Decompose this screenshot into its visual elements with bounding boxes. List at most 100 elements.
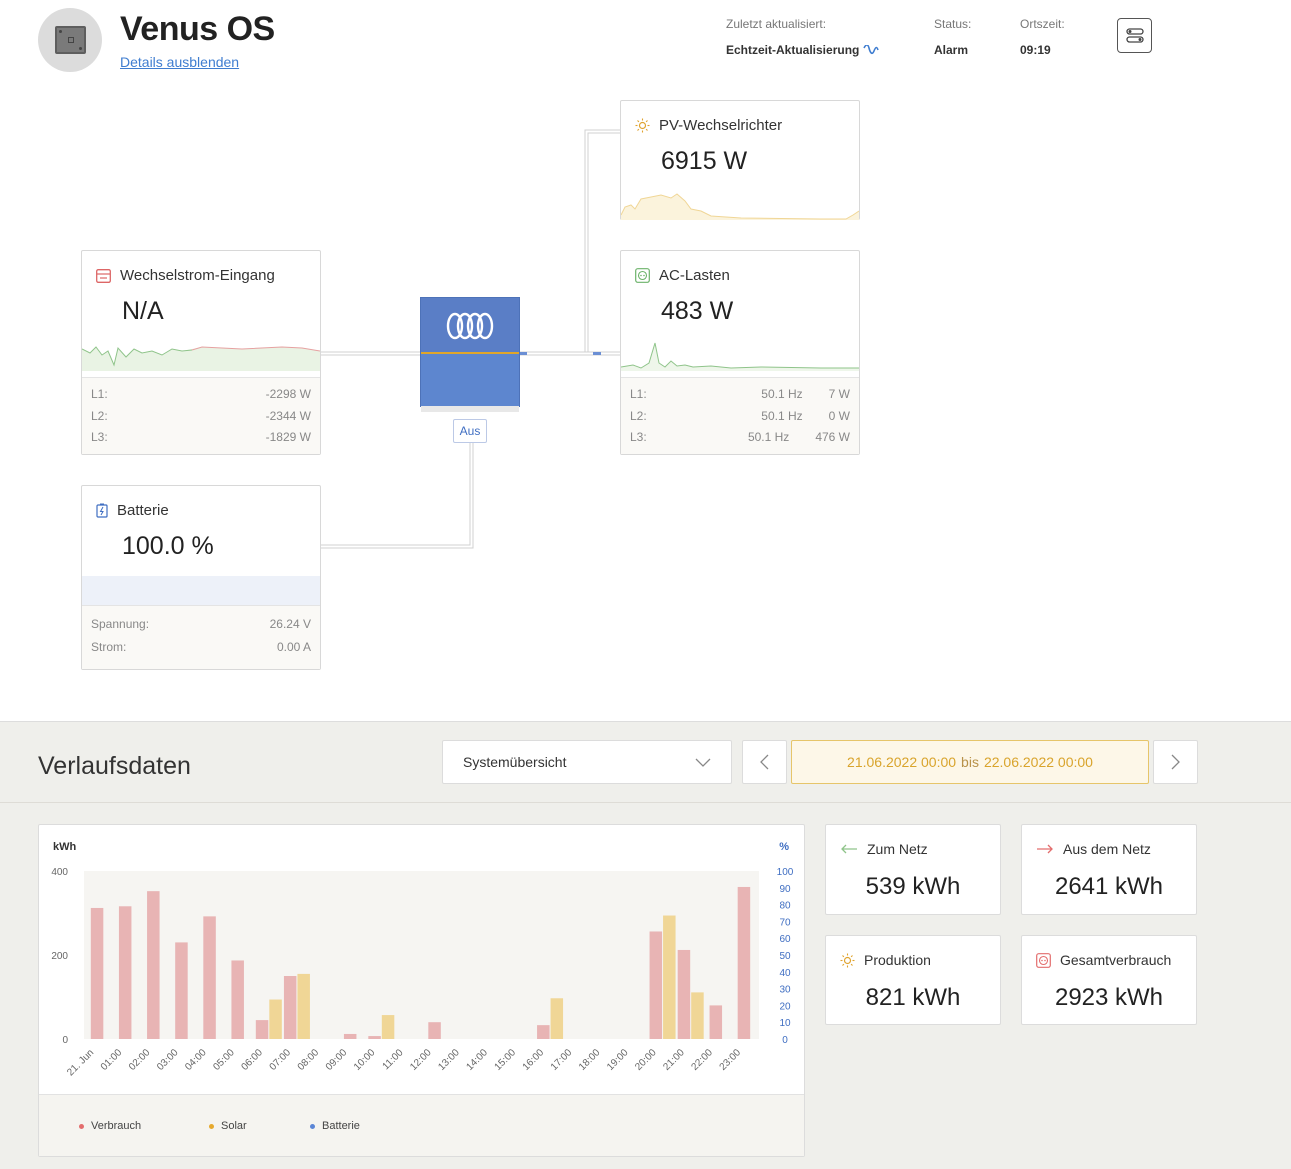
date-range-picker[interactable]: 21.06.2022 00:00 bis 22.06.2022 00:00 — [791, 740, 1149, 784]
table-row: L3: -1829 W — [91, 427, 311, 449]
bar — [297, 973, 310, 1039]
inverter-mode-badge[interactable]: Aus — [453, 419, 487, 443]
stat-consumption: Gesamtverbrauch 2923 kWh — [1021, 935, 1197, 1025]
socket-icon — [635, 268, 650, 283]
grid-meter-icon — [96, 268, 111, 283]
y2-tick-label: 60 — [779, 934, 791, 945]
ac-input-title: Wechselstrom-Eingang — [120, 267, 275, 284]
legend-item-consumption[interactable]: Verbrauch — [79, 1120, 141, 1132]
previous-range-button[interactable] — [742, 740, 787, 784]
table-row: Spannung: 26.24 V — [91, 612, 311, 635]
stat-value: 539 kWh — [865, 873, 961, 900]
phase-label: L2: — [630, 408, 647, 423]
y2-tick-label: 70 — [779, 917, 791, 928]
y-tick-label: 0 — [62, 1035, 68, 1046]
detail-value: 26.24 V — [269, 616, 311, 631]
inverter-charger[interactable] — [420, 297, 520, 412]
bar — [231, 960, 244, 1039]
bar — [381, 1015, 395, 1039]
y2-tick-label: 80 — [779, 901, 791, 912]
stat-to-grid: Zum Netz 539 kWh — [825, 824, 1001, 915]
chevron-down-icon — [695, 758, 711, 767]
phase-label: L3: — [91, 430, 108, 445]
bar — [118, 906, 132, 1039]
pv-inverter-sparkline — [621, 193, 859, 220]
phase-label: L1: — [630, 387, 647, 402]
x-tick-label: 03:00 — [155, 1047, 181, 1073]
bar — [737, 886, 751, 1039]
x-tick-label: 04:00 — [183, 1047, 209, 1073]
bar — [537, 1025, 550, 1039]
battery-icon — [96, 503, 108, 518]
range-from: 21.06.2022 00:00 — [847, 754, 957, 770]
battery-soc-bar — [82, 576, 320, 606]
bar — [90, 907, 104, 1039]
history-bar-chart: kWh % 0 200 400 0 10 20 30 40 50 60 70 80 90 100 21. Jun… — [51, 841, 794, 1078]
pv-inverter-title: PV-Wechselrichter — [659, 117, 783, 134]
x-tick-label: 07:00 — [268, 1047, 294, 1073]
stat-value: 2641 kWh — [1054, 873, 1164, 900]
x-tick-label: 10:00 — [352, 1047, 378, 1073]
x-tick-label: 20:00 — [633, 1047, 659, 1073]
x-tick-label: 23:00 — [718, 1047, 744, 1073]
ac-input-card[interactable]: Wechselstrom-Eingang N/A L1: -2298 W L2: -… — [81, 250, 321, 455]
x-tick-label: 01:00 — [99, 1047, 125, 1073]
ac-input-sparkline — [82, 346, 320, 371]
x-tick-label: 14:00 — [464, 1047, 490, 1073]
x-tick-label: 08:00 — [296, 1047, 322, 1073]
legend-label: Verbrauch — [91, 1120, 142, 1132]
stat-value: 821 kWh — [865, 984, 961, 1011]
pv-inverter-card[interactable]: PV-Wechselrichter 6915 W — [620, 100, 860, 220]
y2-axis-title: % — [779, 841, 789, 853]
phase-power: -1829 W — [265, 430, 311, 445]
ac-loads-value: 483 W — [661, 297, 734, 325]
sun-icon — [840, 953, 855, 967]
table-row: Strom: 0.00 A — [91, 635, 311, 658]
phase-power: 7 W — [828, 387, 850, 402]
range-to: 22.06.2022 00:00 — [983, 754, 1093, 770]
bar — [368, 1036, 381, 1039]
bar — [428, 1022, 441, 1039]
table-row: L2: -2344 W — [91, 405, 311, 427]
x-tick-label: 17:00 — [549, 1047, 575, 1073]
table-row: L1: -2298 W — [91, 384, 311, 406]
bar — [343, 1033, 357, 1039]
ac-loads-sparkline — [621, 342, 859, 371]
x-tick-label: 05:00 — [211, 1047, 237, 1073]
stat-from-grid: Aus dem Netz 2641 kWh — [1021, 824, 1197, 915]
view-select[interactable]: Systemübersicht — [442, 740, 732, 784]
pv-inverter-value: 6915 W — [661, 147, 748, 175]
ac-loads-card[interactable]: AC-Lasten 483 W L1: 50.1 Hz 7 W L2: 50.1 Hz… — [620, 250, 860, 455]
history-title: Verlaufsdaten — [38, 752, 191, 780]
chart-legend: Verbrauch Solar Batterie — [39, 1094, 804, 1156]
battery-card[interactable]: Batterie 100.0 % Spannung: 26.24 V Strom:… — [81, 485, 321, 670]
ac-input-value: N/A — [122, 297, 164, 325]
legend-item-battery[interactable]: Batterie — [310, 1120, 360, 1132]
bar — [691, 992, 704, 1039]
view-select-value: Systemübersicht — [463, 754, 567, 770]
y2-tick-label: 20 — [779, 1001, 791, 1012]
legend-item-solar[interactable]: Solar — [209, 1120, 247, 1132]
bar — [677, 949, 691, 1039]
bar — [709, 1005, 723, 1039]
arrow-left-icon — [841, 844, 857, 854]
y2-tick-label: 90 — [779, 884, 791, 895]
x-tick-label: 06:00 — [239, 1047, 265, 1073]
x-tick-label: 02:00 — [127, 1047, 153, 1073]
y2-tick-label: 10 — [779, 1018, 791, 1029]
y2-tick-label: 0 — [782, 1035, 788, 1046]
phase-power: 0 W — [828, 408, 850, 423]
next-range-button[interactable] — [1153, 740, 1198, 784]
bar — [255, 1020, 269, 1039]
table-row: L3: 50.1 Hz 476 W — [630, 427, 850, 449]
bar — [663, 915, 676, 1039]
ac-loads-title: AC-Lasten — [659, 267, 730, 284]
phase-frequency: 50.1 Hz — [761, 408, 803, 423]
bar — [269, 999, 282, 1039]
x-tick-label: 21:00 — [661, 1047, 687, 1073]
phase-frequency: 50.1 Hz — [747, 430, 790, 445]
y2-tick-label: 100 — [777, 867, 794, 878]
battery-soc-value: 100.0 % — [122, 532, 214, 560]
history-chart-card: kWh% 0 200 400 0 10 20 30 40 50 60 70 80 90 100 21. Jun… — [38, 824, 805, 1157]
socket-icon — [1036, 952, 1051, 968]
